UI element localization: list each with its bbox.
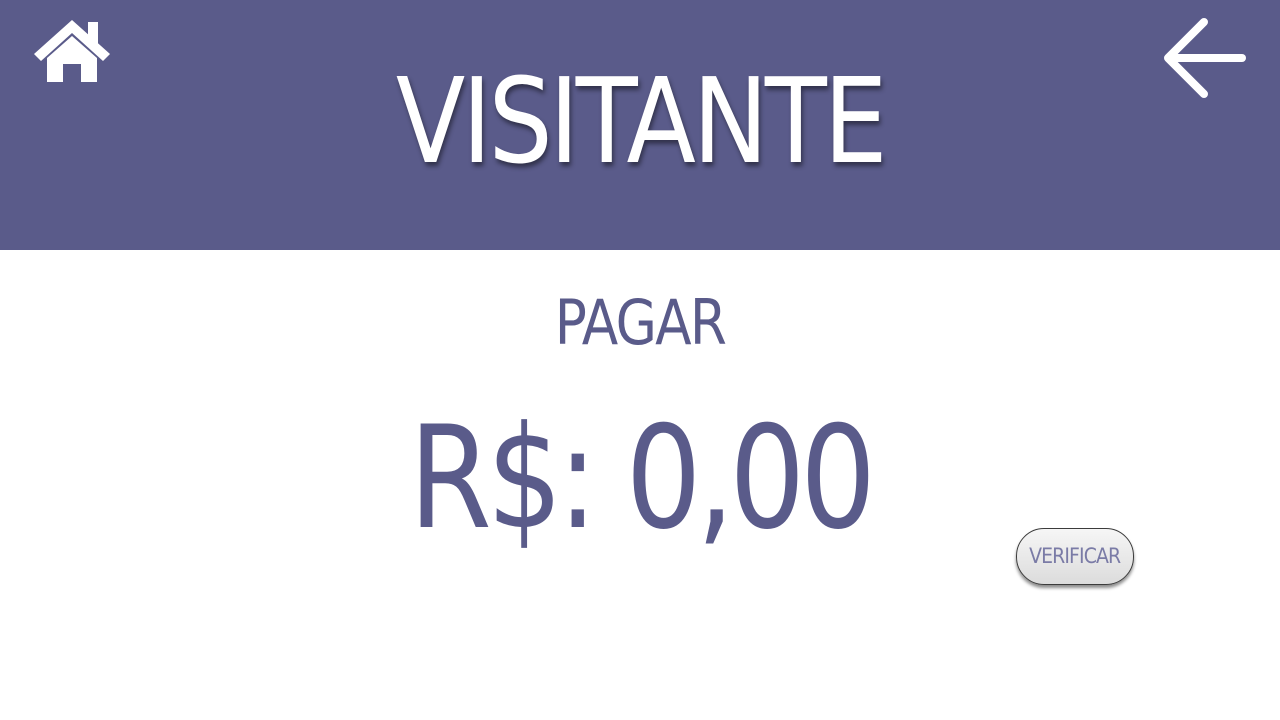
header-bar: VISITANTE xyxy=(0,0,1280,250)
page-title: VISITANTE xyxy=(395,52,888,190)
pay-label: PAGAR xyxy=(554,286,727,359)
verify-button-label: VERIFICAR xyxy=(1029,544,1121,568)
amount-value: R$: 0,00 xyxy=(408,396,876,561)
arrow-left-icon xyxy=(1164,18,1246,98)
back-button[interactable] xyxy=(1160,16,1246,100)
verify-button[interactable]: VERIFICAR xyxy=(1016,528,1134,585)
